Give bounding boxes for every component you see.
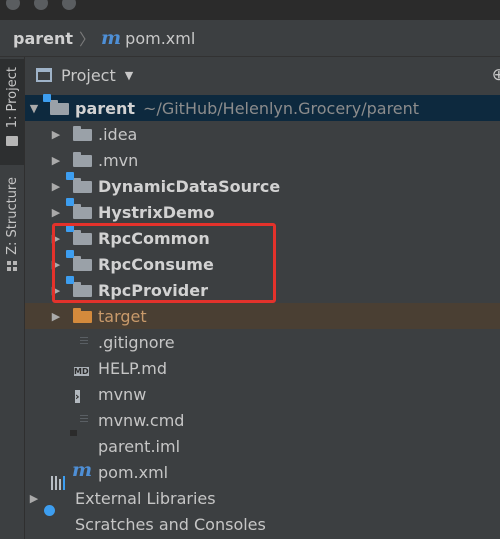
tree-item-mvnw-cmd[interactable]: mvnw.cmd <box>25 407 500 433</box>
tab-project[interactable]: 1: Project <box>0 59 24 165</box>
project-view-icon <box>36 68 52 82</box>
tree-item-label: HELP.md <box>98 358 168 378</box>
tab-structure[interactable]: Z: Structure <box>0 177 24 287</box>
tree-item-gitignore[interactable]: .gitignore <box>25 329 500 355</box>
expand-right-icon[interactable]: ▶ <box>49 310 63 323</box>
tree-item-label: .mvn <box>98 150 139 170</box>
tree-item-parent-iml[interactable]: parent.iml <box>25 433 500 459</box>
tree-item-label: .idea <box>98 124 138 144</box>
tab-structure-label: Z: Structure <box>4 177 20 255</box>
tree-item-label: HystrixDemo <box>98 202 215 222</box>
window-titlebar <box>0 0 500 20</box>
maven-m-icon: m <box>72 459 93 481</box>
navigation-bar: parent 〉 m pom.xml <box>0 20 500 57</box>
folder-icon <box>6 136 18 147</box>
expand-down-icon[interactable]: ▼ <box>27 102 41 115</box>
minimize-window-button[interactable] <box>34 0 48 10</box>
tree-item-hystrixdemo[interactable]: ▶ HystrixDemo <box>25 198 500 225</box>
tree-root-label: parent ~/GitHub/Helenlyn.Grocery/parent <box>75 98 420 118</box>
tree-item-label: DynamicDataSource <box>98 176 281 196</box>
tree-item-mvn[interactable]: ▶ .mvn <box>25 147 500 173</box>
tree-item-label: target <box>98 306 147 326</box>
structure-icon <box>7 260 17 271</box>
tree-item-idea[interactable]: ▶ .idea <box>25 121 500 147</box>
tree-root-path: ~/GitHub/Helenlyn.Grocery/parent <box>143 98 420 118</box>
tree-item-label: parent.iml <box>98 436 181 456</box>
tree-item-label: .gitignore <box>98 332 175 352</box>
panel-title[interactable]: Project <box>61 66 116 85</box>
tree-item-help-md[interactable]: MD HELP.md <box>25 355 500 381</box>
tree-item-target[interactable]: ▶ target <box>25 303 500 329</box>
breadcrumb-separator-icon: 〉 <box>79 30 96 49</box>
expand-right-icon[interactable]: ▶ <box>49 128 63 141</box>
expand-right-icon[interactable]: ▶ <box>49 154 63 167</box>
breadcrumb-project[interactable]: parent <box>13 29 73 48</box>
shell-file-icon: › <box>75 390 80 403</box>
tree-root-parent[interactable]: ▼ parent ~/GitHub/Helenlyn.Grocery/parent <box>25 94 500 121</box>
expand-right-icon[interactable]: ▶ <box>49 206 63 219</box>
tree-item-label: mvnw <box>98 384 147 404</box>
tree-item-label: mvnw.cmd <box>98 410 185 430</box>
left-tool-strip: 1: Project Z: Structure <box>0 57 25 539</box>
expand-right-icon[interactable]: ▶ <box>27 492 41 505</box>
gear-icon[interactable]: ⊕ <box>492 65 500 85</box>
tab-project-label: 1: Project <box>4 67 20 129</box>
tree-item-label: pom.xml <box>98 462 169 482</box>
maven-m-icon: m <box>101 27 122 49</box>
tree-item-pom-xml[interactable]: m pom.xml <box>25 459 500 485</box>
close-window-button[interactable] <box>6 0 20 10</box>
tree-external-libraries[interactable]: ▶ External Libraries <box>25 476 500 511</box>
tree-item-label: Scratches and Consoles <box>75 514 266 534</box>
panel-header: Project ▼ ⊕ <box>25 57 500 93</box>
breadcrumb-file[interactable]: pom.xml <box>125 29 195 48</box>
highlight-annotation-box <box>52 223 276 303</box>
expand-right-icon[interactable]: ▶ <box>49 180 63 193</box>
chevron-down-icon[interactable]: ▼ <box>125 69 133 82</box>
tree-scratches[interactable]: Scratches and Consoles <box>25 504 500 537</box>
tree-item-dynamicdatasource[interactable]: ▶ DynamicDataSource <box>25 172 500 199</box>
tree-item-label: External Libraries <box>75 488 216 508</box>
maximize-window-button[interactable] <box>62 0 76 10</box>
tree-item-mvnw[interactable]: › mvnw <box>25 381 500 407</box>
